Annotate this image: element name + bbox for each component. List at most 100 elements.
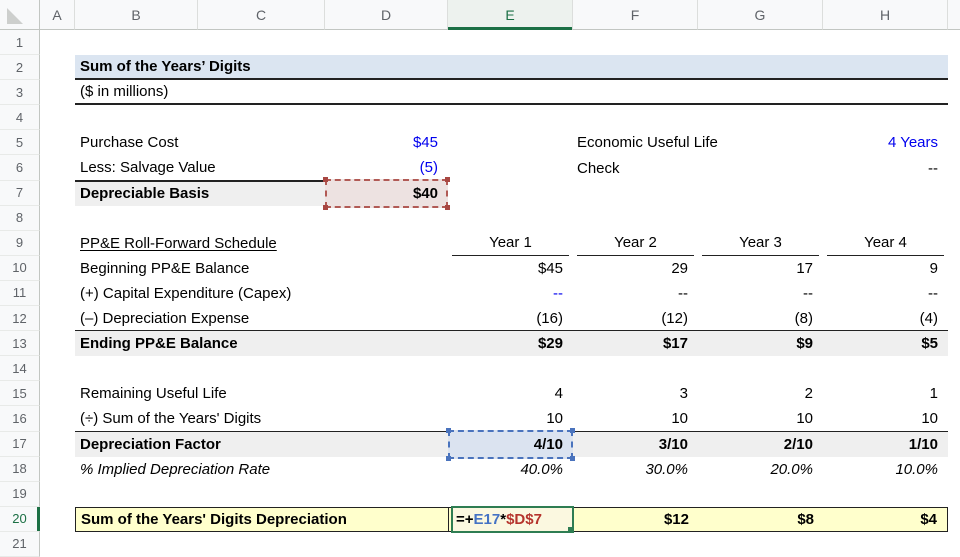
cell-implied-rate-y2[interactable]: 30.0%: [573, 457, 698, 482]
cell-year4-header[interactable]: Year 4: [823, 231, 948, 256]
cell-purchase-cost-value[interactable]: $45: [325, 130, 448, 155]
cell-beginning-y4[interactable]: 9: [823, 256, 948, 281]
cell-useful-life-value[interactable]: 4 Years: [823, 130, 948, 155]
cell-beginning-y1[interactable]: $45: [448, 256, 573, 281]
cell-d18-empty[interactable]: [325, 457, 448, 482]
cell-check-label[interactable]: Check: [573, 155, 823, 180]
row-header-20-selected[interactable]: 20: [0, 507, 40, 532]
row-header-15[interactable]: 15: [0, 381, 40, 406]
cell-d16-empty[interactable]: [325, 406, 448, 430]
cell-capex-y2[interactable]: --: [573, 281, 698, 306]
cell-beginning-y3[interactable]: 17: [698, 256, 823, 281]
col-header-b[interactable]: B: [75, 0, 198, 30]
cell-d15-empty[interactable]: [325, 381, 448, 406]
row-header-5[interactable]: 5: [0, 130, 40, 155]
cell-implied-rate-y1[interactable]: 40.0%: [448, 457, 573, 482]
row-header-7[interactable]: 7: [0, 181, 40, 206]
cell-ending-y3[interactable]: $9: [698, 331, 823, 356]
cell-implied-rate-label[interactable]: % Implied Depreciation Rate: [75, 457, 325, 482]
cell-syd-y3[interactable]: 10: [698, 406, 823, 430]
cell-beginning-y2[interactable]: 29: [573, 256, 698, 281]
cell-title[interactable]: Sum of the Years’ Digits: [75, 55, 325, 78]
cell-implied-rate-y4[interactable]: 10.0%: [823, 457, 948, 482]
row-header-6[interactable]: 6: [0, 155, 40, 180]
cell-syd-label[interactable]: (÷) Sum of the Years' Digits: [75, 406, 325, 430]
row-header-2[interactable]: 2: [0, 55, 40, 80]
cell-d10-empty[interactable]: [325, 256, 448, 281]
row-header-17[interactable]: 17: [0, 432, 40, 457]
cell-depr-expense-y3[interactable]: (8): [698, 306, 823, 330]
cell-e5-empty[interactable]: [448, 130, 573, 155]
cell-remaining-life-label[interactable]: Remaining Useful Life: [75, 381, 325, 406]
col-header-h[interactable]: H: [823, 0, 948, 30]
cell-factor-y2[interactable]: 3/10: [573, 432, 698, 457]
cell-e20-formula-editor[interactable]: =+E17*$D$7: [451, 506, 574, 533]
row-header-13[interactable]: 13: [0, 331, 40, 356]
cell-ending-label[interactable]: Ending PP&E Balance: [75, 331, 325, 356]
cell-d9-empty[interactable]: [325, 231, 448, 256]
cell-syd-depreciation-y4[interactable]: $4: [824, 508, 947, 531]
row-header-21[interactable]: 21: [0, 532, 40, 557]
cell-e17-factor-y1-referenced[interactable]: 4/10: [448, 430, 573, 459]
cell-ending-y4[interactable]: $5: [823, 331, 948, 356]
cell-syd-depreciation-y3[interactable]: $8: [699, 508, 824, 531]
cell-remaining-life-y4[interactable]: 1: [823, 381, 948, 406]
row-header-12[interactable]: 12: [0, 306, 40, 331]
cell-depr-expense-y4[interactable]: (4): [823, 306, 948, 330]
cell-syd-y2[interactable]: 10: [573, 406, 698, 430]
cell-depr-expense-y2[interactable]: (12): [573, 306, 698, 330]
cell-year2-header[interactable]: Year 2: [573, 231, 698, 256]
row-header-16[interactable]: 16: [0, 406, 40, 431]
cell-year3-header[interactable]: Year 3: [698, 231, 823, 256]
cell-salvage-label[interactable]: Less: Salvage Value: [75, 155, 325, 180]
cell-syd-depreciation-label[interactable]: Sum of the Years' Digits Depreciation: [76, 508, 449, 531]
cell-subtitle[interactable]: ($ in millions): [75, 80, 325, 103]
cell-purchase-cost-label[interactable]: Purchase Cost: [75, 130, 325, 155]
cell-capex-y4[interactable]: --: [823, 281, 948, 306]
cell-check-value[interactable]: --: [823, 155, 948, 180]
row-header-18[interactable]: 18: [0, 457, 40, 482]
cell-factor-y4[interactable]: 1/10: [823, 432, 948, 457]
cell-factor-label[interactable]: Depreciation Factor: [75, 432, 325, 457]
cell-syd-depreciation-y2[interactable]: $12: [574, 508, 699, 531]
col-header-e-selected[interactable]: E: [448, 0, 573, 30]
row-header-9[interactable]: 9: [0, 231, 40, 256]
cell-remaining-life-y3[interactable]: 2: [698, 381, 823, 406]
cell-beginning-label[interactable]: Beginning PP&E Balance: [75, 256, 325, 281]
row-header-19[interactable]: 19: [0, 482, 40, 507]
col-header-f[interactable]: F: [573, 0, 698, 30]
cell-factor-y3[interactable]: 2/10: [698, 432, 823, 457]
cell-depr-expense-label[interactable]: (–) Depreciation Expense: [75, 306, 325, 330]
cell-year1-header[interactable]: Year 1: [448, 231, 573, 256]
cell-d17-empty[interactable]: [325, 432, 448, 457]
col-header-g[interactable]: G: [698, 0, 823, 30]
cell-remaining-life-y1[interactable]: 4: [448, 381, 573, 406]
row-header-4[interactable]: 4: [0, 105, 40, 130]
select-all-corner[interactable]: [0, 0, 40, 30]
cell-depreciable-basis-label[interactable]: Depreciable Basis: [75, 181, 325, 206]
row-header-8[interactable]: 8: [0, 206, 40, 231]
cell-useful-life-label[interactable]: Economic Useful Life: [573, 130, 823, 155]
cell-d13-empty[interactable]: [325, 331, 448, 356]
col-header-a[interactable]: A: [40, 0, 75, 30]
cell-implied-rate-y3[interactable]: 20.0%: [698, 457, 823, 482]
row-header-10[interactable]: 10: [0, 256, 40, 281]
cell-depr-expense-y1[interactable]: (16): [448, 306, 573, 330]
cell-syd-y4[interactable]: 10: [823, 406, 948, 430]
row-header-11[interactable]: 11: [0, 281, 40, 306]
col-header-d[interactable]: D: [325, 0, 448, 30]
cell-d12-empty[interactable]: [325, 306, 448, 330]
col-header-c[interactable]: C: [198, 0, 325, 30]
row-header-1[interactable]: 1: [0, 30, 40, 55]
cell-ending-y2[interactable]: $17: [573, 331, 698, 356]
cell-syd-y1[interactable]: 10: [448, 406, 573, 430]
cell-capex-y1[interactable]: --: [448, 281, 573, 306]
cell-e6-empty[interactable]: [448, 155, 573, 180]
cell-d11-empty[interactable]: [325, 281, 448, 306]
row-header-3[interactable]: 3: [0, 80, 40, 105]
cell-schedule-heading[interactable]: PP&E Roll-Forward Schedule: [75, 231, 325, 256]
cell-capex-y3[interactable]: --: [698, 281, 823, 306]
cell-ending-y1[interactable]: $29: [448, 331, 573, 356]
row-header-14[interactable]: 14: [0, 356, 40, 381]
cell-capex-label[interactable]: (+) Capital Expenditure (Capex): [75, 281, 325, 306]
